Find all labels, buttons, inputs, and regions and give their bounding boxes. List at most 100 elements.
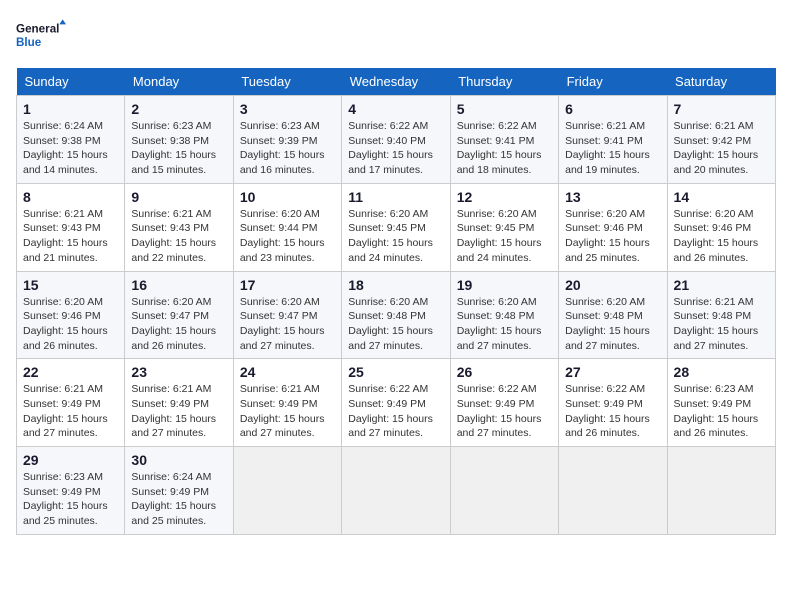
day-info: Sunrise: 6:20 AMSunset: 9:47 PMDaylight:…	[131, 295, 226, 354]
day-number: 22	[23, 364, 118, 380]
calendar-cell: 22 Sunrise: 6:21 AMSunset: 9:49 PMDayligh…	[17, 359, 125, 447]
day-number: 27	[565, 364, 660, 380]
day-info: Sunrise: 6:20 AMSunset: 9:48 PMDaylight:…	[457, 295, 552, 354]
calendar-cell: 13 Sunrise: 6:20 AMSunset: 9:46 PMDayligh…	[559, 183, 667, 271]
weekday-header-saturday: Saturday	[667, 68, 775, 96]
day-info: Sunrise: 6:24 AMSunset: 9:49 PMDaylight:…	[131, 470, 226, 529]
calendar-cell: 14 Sunrise: 6:20 AMSunset: 9:46 PMDayligh…	[667, 183, 775, 271]
day-number: 10	[240, 189, 335, 205]
day-number: 20	[565, 277, 660, 293]
day-number: 4	[348, 101, 443, 117]
calendar-cell: 17 Sunrise: 6:20 AMSunset: 9:47 PMDayligh…	[233, 271, 341, 359]
calendar-cell: 15 Sunrise: 6:20 AMSunset: 9:46 PMDayligh…	[17, 271, 125, 359]
day-info: Sunrise: 6:23 AMSunset: 9:38 PMDaylight:…	[131, 119, 226, 178]
day-number: 12	[457, 189, 552, 205]
calendar-cell: 29 Sunrise: 6:23 AMSunset: 9:49 PMDayligh…	[17, 447, 125, 535]
page-header: General Blue	[16, 16, 776, 56]
day-number: 5	[457, 101, 552, 117]
weekday-header-monday: Monday	[125, 68, 233, 96]
day-info: Sunrise: 6:22 AMSunset: 9:49 PMDaylight:…	[457, 382, 552, 441]
day-info: Sunrise: 6:21 AMSunset: 9:43 PMDaylight:…	[131, 207, 226, 266]
calendar-cell: 2 Sunrise: 6:23 AMSunset: 9:38 PMDaylight…	[125, 96, 233, 184]
day-info: Sunrise: 6:20 AMSunset: 9:47 PMDaylight:…	[240, 295, 335, 354]
day-info: Sunrise: 6:20 AMSunset: 9:45 PMDaylight:…	[348, 207, 443, 266]
day-info: Sunrise: 6:22 AMSunset: 9:49 PMDaylight:…	[565, 382, 660, 441]
day-number: 29	[23, 452, 118, 468]
day-number: 6	[565, 101, 660, 117]
calendar-cell: 18Sunrise: 6:20 AMSunset: 9:48 PMDayligh…	[342, 271, 450, 359]
day-number: 25	[348, 364, 443, 380]
calendar-cell: 27 Sunrise: 6:22 AMSunset: 9:49 PMDayligh…	[559, 359, 667, 447]
day-number: 17	[240, 277, 335, 293]
day-info: Sunrise: 6:20 AMSunset: 9:44 PMDaylight:…	[240, 207, 335, 266]
day-number: 7	[674, 101, 769, 117]
calendar-cell: 16 Sunrise: 6:20 AMSunset: 9:47 PMDayligh…	[125, 271, 233, 359]
day-number: 15	[23, 277, 118, 293]
calendar-cell	[233, 447, 341, 535]
svg-text:Blue: Blue	[16, 36, 42, 49]
day-info: Sunrise: 6:21 AMSunset: 9:48 PMDaylight:…	[674, 295, 769, 354]
calendar-cell: 1 Sunrise: 6:24 AMSunset: 9:38 PMDaylight…	[17, 96, 125, 184]
day-number: 13	[565, 189, 660, 205]
calendar-cell: 5 Sunrise: 6:22 AMSunset: 9:41 PMDaylight…	[450, 96, 558, 184]
day-info: Sunrise: 6:20 AMSunset: 9:46 PMDaylight:…	[674, 207, 769, 266]
day-number: 14	[674, 189, 769, 205]
day-info: Sunrise: 6:24 AMSunset: 9:38 PMDaylight:…	[23, 119, 118, 178]
day-info: Sunrise: 6:21 AMSunset: 9:41 PMDaylight:…	[565, 119, 660, 178]
svg-text:General: General	[16, 23, 59, 36]
day-number: 9	[131, 189, 226, 205]
day-number: 28	[674, 364, 769, 380]
calendar-cell	[342, 447, 450, 535]
calendar-cell: 3 Sunrise: 6:23 AMSunset: 9:39 PMDaylight…	[233, 96, 341, 184]
day-number: 1	[23, 101, 118, 117]
calendar-cell	[667, 447, 775, 535]
day-info: Sunrise: 6:22 AMSunset: 9:49 PMDaylight:…	[348, 382, 443, 441]
day-number: 3	[240, 101, 335, 117]
day-info: Sunrise: 6:22 AMSunset: 9:41 PMDaylight:…	[457, 119, 552, 178]
logo-svg: General Blue	[16, 16, 66, 56]
weekday-header-tuesday: Tuesday	[233, 68, 341, 96]
day-number: 11	[348, 189, 443, 205]
weekday-header-sunday: Sunday	[17, 68, 125, 96]
day-number: 8	[23, 189, 118, 205]
weekday-header-friday: Friday	[559, 68, 667, 96]
calendar-cell: 28Sunrise: 6:23 AMSunset: 9:49 PMDayligh…	[667, 359, 775, 447]
calendar-cell: 25 Sunrise: 6:22 AMSunset: 9:49 PMDayligh…	[342, 359, 450, 447]
day-info: Sunrise: 6:21 AMSunset: 9:42 PMDaylight:…	[674, 119, 769, 178]
day-number: 30	[131, 452, 226, 468]
day-info: Sunrise: 6:23 AMSunset: 9:49 PMDaylight:…	[23, 470, 118, 529]
calendar-cell	[559, 447, 667, 535]
calendar-cell: 20 Sunrise: 6:20 AMSunset: 9:48 PMDayligh…	[559, 271, 667, 359]
day-info: Sunrise: 6:21 AMSunset: 9:49 PMDaylight:…	[23, 382, 118, 441]
calendar-cell: 7 Sunrise: 6:21 AMSunset: 9:42 PMDaylight…	[667, 96, 775, 184]
day-number: 16	[131, 277, 226, 293]
day-info: Sunrise: 6:20 AMSunset: 9:46 PMDaylight:…	[565, 207, 660, 266]
calendar-cell: 26Sunrise: 6:22 AMSunset: 9:49 PMDayligh…	[450, 359, 558, 447]
calendar-cell: 30 Sunrise: 6:24 AMSunset: 9:49 PMDayligh…	[125, 447, 233, 535]
day-info: Sunrise: 6:20 AMSunset: 9:48 PMDaylight:…	[565, 295, 660, 354]
calendar-cell: 9 Sunrise: 6:21 AMSunset: 9:43 PMDaylight…	[125, 183, 233, 271]
calendar-cell: 23 Sunrise: 6:21 AMSunset: 9:49 PMDayligh…	[125, 359, 233, 447]
day-number: 23	[131, 364, 226, 380]
calendar-cell: 11 Sunrise: 6:20 AMSunset: 9:45 PMDayligh…	[342, 183, 450, 271]
weekday-header-wednesday: Wednesday	[342, 68, 450, 96]
day-info: Sunrise: 6:20 AMSunset: 9:46 PMDaylight:…	[23, 295, 118, 354]
day-number: 2	[131, 101, 226, 117]
day-info: Sunrise: 6:21 AMSunset: 9:49 PMDaylight:…	[240, 382, 335, 441]
day-info: Sunrise: 6:21 AMSunset: 9:43 PMDaylight:…	[23, 207, 118, 266]
weekday-header-thursday: Thursday	[450, 68, 558, 96]
day-info: Sunrise: 6:22 AMSunset: 9:40 PMDaylight:…	[348, 119, 443, 178]
day-info: Sunrise: 6:20 AMSunset: 9:48 PMDaylight:…	[348, 295, 443, 354]
calendar-cell: 19 Sunrise: 6:20 AMSunset: 9:48 PMDayligh…	[450, 271, 558, 359]
day-info: Sunrise: 6:21 AMSunset: 9:49 PMDaylight:…	[131, 382, 226, 441]
logo: General Blue	[16, 16, 66, 56]
calendar-cell: 12 Sunrise: 6:20 AMSunset: 9:45 PMDayligh…	[450, 183, 558, 271]
calendar-table: SundayMondayTuesdayWednesdayThursdayFrid…	[16, 68, 776, 535]
calendar-cell: 10 Sunrise: 6:20 AMSunset: 9:44 PMDayligh…	[233, 183, 341, 271]
calendar-cell: 8 Sunrise: 6:21 AMSunset: 9:43 PMDaylight…	[17, 183, 125, 271]
day-info: Sunrise: 6:23 AMSunset: 9:39 PMDaylight:…	[240, 119, 335, 178]
day-number: 19	[457, 277, 552, 293]
day-info: Sunrise: 6:20 AMSunset: 9:45 PMDaylight:…	[457, 207, 552, 266]
calendar-cell: 6 Sunrise: 6:21 AMSunset: 9:41 PMDaylight…	[559, 96, 667, 184]
calendar-cell: 21Sunrise: 6:21 AMSunset: 9:48 PMDayligh…	[667, 271, 775, 359]
